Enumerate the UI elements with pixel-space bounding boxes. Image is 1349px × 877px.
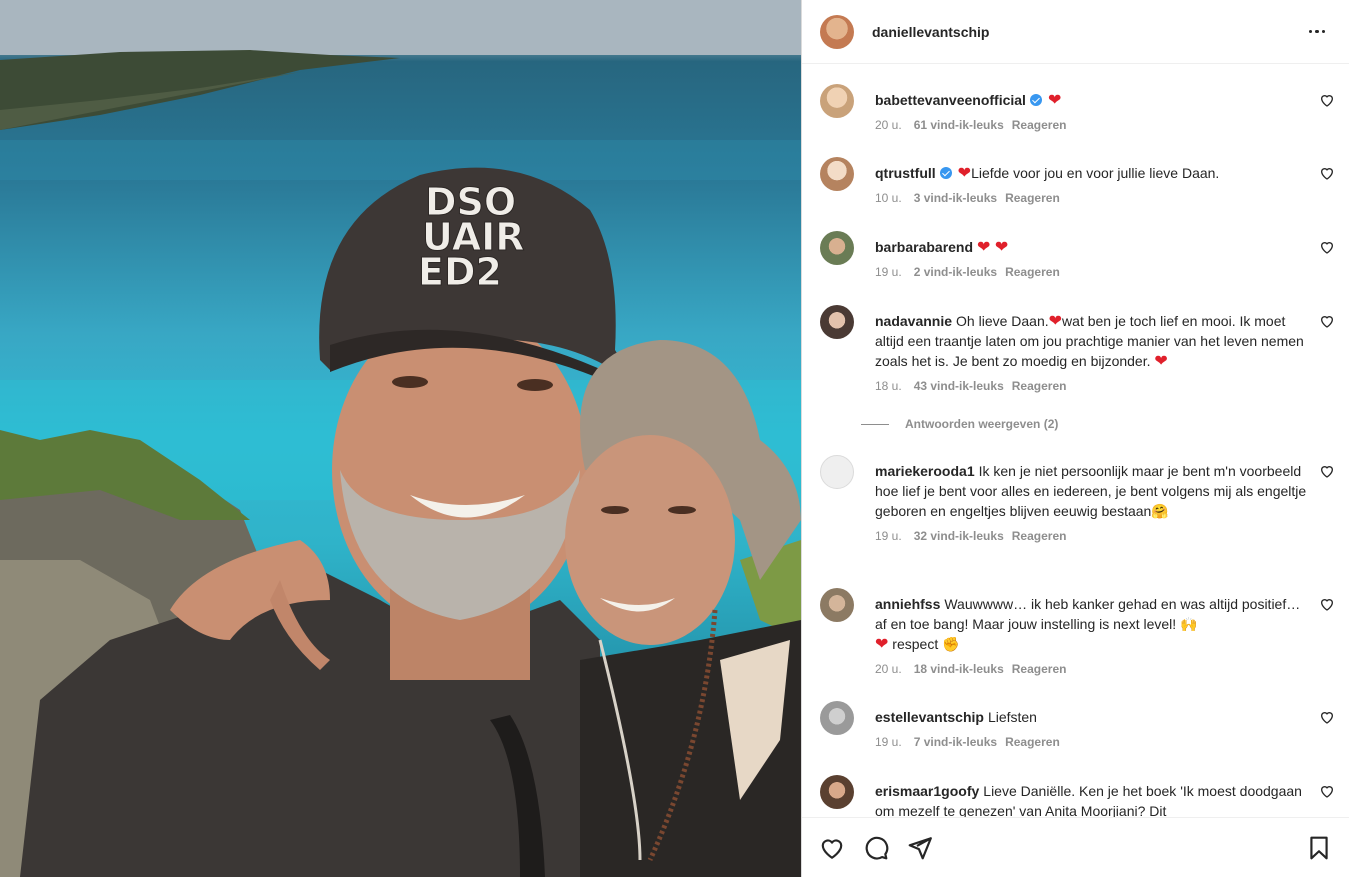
comment-likes[interactable]: 3 vind-ik-leuks xyxy=(914,191,997,205)
comment-likes[interactable]: 61 vind-ik-leuks xyxy=(914,118,1004,132)
verified-badge-icon xyxy=(939,167,952,179)
commenter-username[interactable]: nadavannie xyxy=(875,313,952,329)
comment-item: nadavannie Oh lieve Daan.❤wat ben je toch… xyxy=(820,305,1335,393)
comment-item: anniehfss Wauwwww… ik heb kanker gehad en… xyxy=(820,588,1335,676)
like-comment-icon[interactable] xyxy=(1319,463,1335,479)
comment-icon[interactable] xyxy=(862,834,890,862)
commenter-username[interactable]: erismaar1goofy xyxy=(875,783,979,799)
comment-list: babettevanveenofficial ❤ 20 u. 61 vind-ik-… xyxy=(802,65,1349,817)
like-comment-icon[interactable] xyxy=(1319,783,1335,799)
comment-time[interactable]: 10 u. xyxy=(875,191,902,205)
comment-likes[interactable]: 7 vind-ik-leuks xyxy=(914,735,997,749)
comment-text: Liefsten xyxy=(987,709,1037,725)
reply-button[interactable]: Reageren xyxy=(1005,265,1060,279)
commenter-avatar[interactable] xyxy=(820,701,854,735)
comment-item: estellevantschip Liefsten 19 u. 7 vind-ik-… xyxy=(820,701,1335,749)
comment-item: mariekerooda1 Ik ken je niet persoonlijk … xyxy=(820,455,1335,543)
selfie-illustration: DSO UAIR ED2 xyxy=(0,0,801,877)
view-replies-button[interactable]: Antwoorden weergeven (2) xyxy=(861,417,1058,431)
commenter-username[interactable]: anniehfss xyxy=(875,596,940,612)
comment-time[interactable]: 20 u. xyxy=(875,118,902,132)
commenter-avatar[interactable] xyxy=(820,775,854,809)
comment-item: qtrustfull ❤Liefde voor jou en voor julli… xyxy=(820,157,1335,205)
comment-text: Oh lieve Daan. xyxy=(956,313,1049,329)
comment-likes[interactable]: 2 vind-ik-leuks xyxy=(914,265,997,279)
comment-likes[interactable]: 32 vind-ik-leuks xyxy=(914,529,1004,543)
comment-time[interactable]: 18 u. xyxy=(875,379,902,393)
more-options-icon[interactable] xyxy=(1305,20,1329,44)
comment-time[interactable]: 19 u. xyxy=(875,265,902,279)
post-author-username[interactable]: daniellevantschip xyxy=(872,24,1305,40)
like-comment-icon[interactable] xyxy=(1319,596,1335,612)
comment-item: erismaar1goofy Lieve Daniëlle. Ken je het… xyxy=(820,775,1335,817)
commenter-username[interactable]: barbarabarend xyxy=(875,239,973,255)
heart-emoji: ❤ xyxy=(957,165,972,182)
post-photo: DSO UAIR ED2 xyxy=(0,0,801,877)
reply-button[interactable]: Reageren xyxy=(1012,118,1067,132)
like-comment-icon[interactable] xyxy=(1319,709,1335,725)
reply-button[interactable]: Reageren xyxy=(1005,735,1060,749)
commenter-username[interactable]: qtrustfull xyxy=(875,165,936,181)
comment-text: respect xyxy=(888,636,943,652)
comment-item: babettevanveenofficial ❤ 20 u. 61 vind-ik-… xyxy=(820,84,1335,132)
post-actions-bar xyxy=(802,817,1349,877)
commenter-username[interactable]: estellevantschip xyxy=(875,709,984,725)
comment-likes[interactable]: 43 vind-ik-leuks xyxy=(914,379,1004,393)
reply-button[interactable]: Reageren xyxy=(1012,379,1067,393)
commenter-avatar[interactable] xyxy=(820,455,854,489)
fist-emoji: ✊ xyxy=(942,636,960,652)
like-comment-icon[interactable] xyxy=(1319,165,1335,181)
comment-time[interactable]: 19 u. xyxy=(875,735,902,749)
commenter-avatar[interactable] xyxy=(820,84,854,118)
reply-button[interactable]: Reageren xyxy=(1012,662,1067,676)
post-header: daniellevantschip xyxy=(802,0,1349,64)
heart-emoji: ❤ xyxy=(1154,353,1168,370)
commenter-avatar[interactable] xyxy=(820,157,854,191)
comment-likes[interactable]: 18 vind-ik-leuks xyxy=(914,662,1004,676)
heart-emoji: ❤ xyxy=(875,636,889,653)
save-bookmark-icon[interactable] xyxy=(1305,834,1333,862)
reply-button[interactable]: Reageren xyxy=(1012,529,1067,543)
like-comment-icon[interactable] xyxy=(1319,313,1335,329)
raised-hands-emoji: 🙌 xyxy=(1180,616,1198,632)
commenter-avatar[interactable] xyxy=(820,305,854,339)
commenter-avatar[interactable] xyxy=(820,588,854,622)
comment-time[interactable]: 20 u. xyxy=(875,662,902,676)
commenter-username[interactable]: mariekerooda1 xyxy=(875,463,975,479)
comment-time[interactable]: 19 u. xyxy=(875,529,902,543)
like-comment-icon[interactable] xyxy=(1319,239,1335,255)
commenter-avatar[interactable] xyxy=(820,231,854,265)
comment-item: barbarabarend ❤ ❤ 19 u. 2 vind-ik-leuks Rea… xyxy=(820,231,1335,279)
post-author-avatar[interactable] xyxy=(820,14,854,49)
verified-badge-icon xyxy=(1029,94,1042,106)
heart-emoji: ❤ xyxy=(1048,313,1063,330)
comment-text: Liefde voor jou en voor jullie lieve Daa… xyxy=(971,165,1220,181)
heart-emoji: ❤ ❤ xyxy=(977,239,1009,256)
like-icon[interactable] xyxy=(818,834,846,862)
heart-emoji: ❤ xyxy=(1047,92,1062,109)
replies-divider xyxy=(861,423,889,425)
like-comment-icon[interactable] xyxy=(1319,92,1335,108)
comments-panel: daniellevantschip babettevanveenofficial… xyxy=(801,0,1349,877)
view-replies-label: Antwoorden weergeven (2) xyxy=(905,417,1059,431)
share-icon[interactable] xyxy=(906,834,934,862)
svg-text:ED2: ED2 xyxy=(418,250,502,294)
reply-button[interactable]: Reageren xyxy=(1005,191,1060,205)
commenter-username[interactable]: babettevanveenofficial xyxy=(875,92,1026,108)
hug-emoji: 🤗 xyxy=(1151,503,1169,519)
